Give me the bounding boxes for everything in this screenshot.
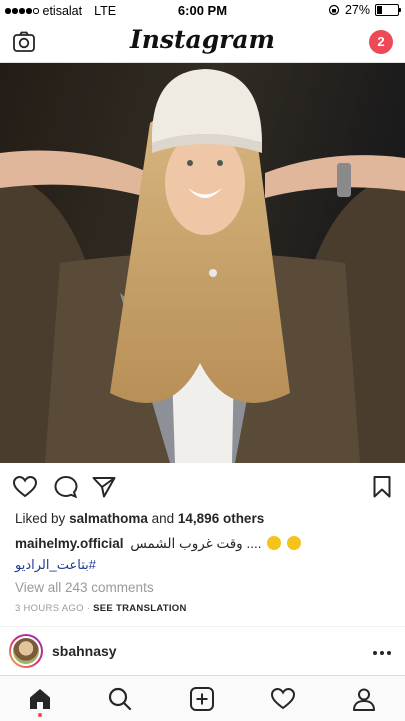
notification-badge[interactable]: 2 <box>369 30 393 54</box>
more-options-icon[interactable] <box>373 651 391 655</box>
see-translation-link[interactable]: SEE TRANSLATION <box>93 603 187 614</box>
share-icon[interactable] <box>91 475 117 499</box>
post-photo[interactable] <box>0 63 405 463</box>
caption-hashtag[interactable]: #بتاعت_الراديو <box>15 557 96 573</box>
caption-text: وقت غروب الشمس .... <box>130 536 262 551</box>
next-post-header: sbahnasy <box>0 629 405 675</box>
divider <box>0 626 405 627</box>
comment-icon[interactable] <box>53 475 79 499</box>
instagram-logo: Instagram <box>130 25 275 54</box>
heart-icon[interactable] <box>12 475 38 499</box>
post-caption: maihelmy.official وقت غروب الشمس .... <box>15 536 301 552</box>
blush-emoji-icon <box>287 536 301 550</box>
post-actions <box>0 470 405 504</box>
time-ago: 3 HOURS AGO <box>15 603 84 614</box>
grimace-emoji-icon <box>267 536 282 550</box>
bottom-tab-bar <box>0 675 405 721</box>
rotation-lock-icon <box>328 4 340 16</box>
likes-prefix: Liked by <box>15 511 66 526</box>
likes-summary[interactable]: Liked by salmathoma and 14,896 others <box>15 511 264 526</box>
battery-percent: 27% <box>344 3 370 17</box>
add-icon[interactable] <box>189 686 215 712</box>
likes-and: and <box>151 511 175 526</box>
caption-username[interactable]: maihelmy.official <box>15 536 124 551</box>
activity-icon[interactable] <box>270 686 296 712</box>
profile-icon[interactable] <box>351 686 377 712</box>
likes-count[interactable]: 14,896 others <box>178 511 264 526</box>
search-icon[interactable] <box>107 686 133 712</box>
home-icon[interactable] <box>27 686 53 712</box>
timestamp-separator: · <box>86 603 91 614</box>
top-nav-bar: Instagram 2 <box>0 22 405 63</box>
bookmark-icon[interactable] <box>372 475 392 499</box>
next-post-username[interactable]: sbahnasy <box>52 643 117 659</box>
home-active-indicator <box>38 713 42 717</box>
post-timestamp: 3 HOURS AGO · SEE TRANSLATION <box>15 603 187 614</box>
avatar[interactable] <box>9 634 43 668</box>
status-bar: etisalat LTE 6:00 PM 27% <box>0 0 405 22</box>
battery-icon <box>375 4 401 16</box>
view-all-comments-link[interactable]: View all 243 comments <box>15 580 154 595</box>
liked-by-user[interactable]: salmathoma <box>69 511 148 526</box>
